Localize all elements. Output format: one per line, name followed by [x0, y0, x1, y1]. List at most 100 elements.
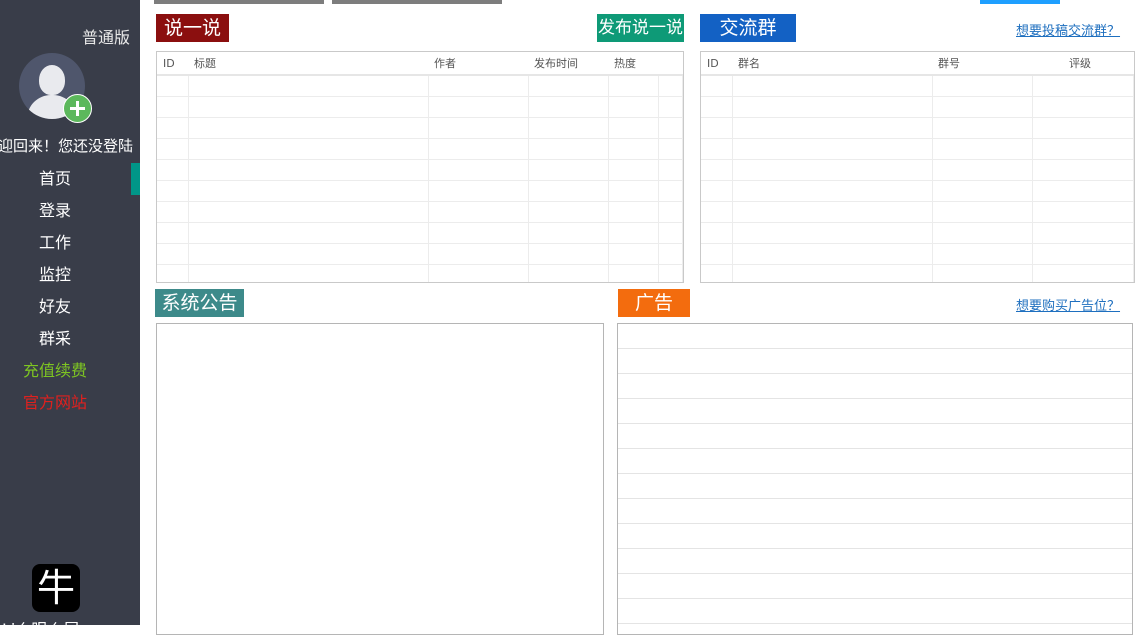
table-cell	[428, 180, 529, 202]
table-row	[157, 264, 683, 282]
table-cell	[701, 96, 733, 118]
table-cell	[658, 138, 683, 160]
table-cell	[732, 117, 933, 139]
table-cell	[157, 222, 189, 244]
table-cell	[701, 75, 733, 97]
table-cell	[608, 75, 659, 97]
table-cell	[428, 117, 529, 139]
table-cell	[1032, 159, 1134, 181]
sidebar-item-official-site[interactable]: 官方网站	[0, 387, 140, 419]
table-row	[157, 201, 683, 223]
table-row	[157, 96, 683, 118]
table-cell	[188, 222, 429, 244]
table-cell	[932, 75, 1033, 97]
column-header-id[interactable]: ID	[157, 52, 188, 76]
table-cell	[428, 96, 529, 118]
table-cell	[528, 96, 609, 118]
table-cell	[528, 222, 609, 244]
posts-table-body	[157, 75, 683, 282]
notice-section-title: 系统公告	[155, 289, 244, 317]
table-cell	[428, 264, 529, 282]
table-cell	[188, 96, 429, 118]
posts-table-header: ID 标题 作者 发布时间 热度	[157, 52, 683, 76]
column-header-rating[interactable]: 评级	[1032, 52, 1134, 76]
column-header-title[interactable]: 标题	[188, 52, 428, 76]
sidebar-item-login[interactable]: 登录	[0, 195, 140, 227]
table-cell	[188, 180, 429, 202]
table-cell	[428, 243, 529, 265]
table-cell	[658, 180, 683, 202]
table-cell	[701, 117, 733, 139]
table-cell	[157, 264, 189, 282]
table-cell	[188, 75, 429, 97]
table-cell	[732, 264, 933, 282]
table-cell	[1032, 117, 1134, 139]
sidebar-item-work[interactable]: 工作	[0, 227, 140, 259]
groups-section-title: 交流群	[700, 14, 796, 42]
table-cell	[157, 201, 189, 223]
table-row	[157, 117, 683, 139]
ad-slot-row	[618, 474, 1132, 499]
table-cell	[658, 96, 683, 118]
table-cell	[932, 159, 1033, 181]
ad-slot-row	[618, 324, 1132, 349]
column-header-spacer	[658, 52, 683, 76]
sidebar-item-monitor[interactable]: 监控	[0, 259, 140, 291]
table-cell	[701, 201, 733, 223]
ads-section-title: 广告	[618, 289, 690, 317]
table-cell	[157, 96, 189, 118]
table-cell	[157, 243, 189, 265]
sidebar-item-group-collect[interactable]: 群采	[0, 323, 140, 355]
welcome-text: 迎回来！您还没登陆	[0, 137, 134, 155]
column-header-popularity[interactable]: 热度	[608, 52, 658, 76]
ads-panel	[617, 323, 1133, 635]
table-cell	[932, 201, 1033, 223]
notice-panel	[156, 323, 604, 635]
table-cell	[732, 201, 933, 223]
column-header-group-name[interactable]: 群名	[732, 52, 932, 76]
top-tab-bar-2	[332, 0, 502, 4]
table-cell	[188, 243, 429, 265]
table-cell	[701, 159, 733, 181]
column-header-id[interactable]: ID	[701, 52, 732, 76]
ad-slot-row	[618, 449, 1132, 474]
table-row	[157, 222, 683, 244]
table-row	[701, 201, 1134, 223]
table-cell	[608, 159, 659, 181]
table-cell	[732, 75, 933, 97]
table-cell	[932, 264, 1033, 282]
sidebar-item-friends[interactable]: 好友	[0, 291, 140, 323]
table-cell	[658, 117, 683, 139]
buy-ad-link[interactable]: 想要购买广告位？	[1016, 295, 1120, 314]
ad-slot-row	[618, 499, 1132, 524]
table-cell	[932, 96, 1033, 118]
table-cell	[608, 222, 659, 244]
table-cell	[1032, 75, 1134, 97]
table-cell	[157, 138, 189, 160]
ad-slot-row	[618, 424, 1132, 449]
table-cell	[701, 264, 733, 282]
table-cell	[608, 138, 659, 160]
table-cell	[701, 243, 733, 265]
table-cell	[528, 75, 609, 97]
table-cell	[658, 243, 683, 265]
publish-post-button[interactable]: 发布说一说	[597, 14, 684, 42]
table-cell	[932, 222, 1033, 244]
table-cell	[701, 222, 733, 244]
add-account-icon[interactable]	[63, 94, 92, 123]
column-header-group-number[interactable]: 群号	[932, 52, 1032, 76]
column-header-publish-time[interactable]: 发布时间	[528, 52, 608, 76]
groups-table-header: ID 群名 群号 评级	[701, 52, 1134, 76]
table-cell	[658, 75, 683, 97]
sidebar: 普通版 迎回来！您还没登陆 首页 登录 工作 监控 好友 群采 充值续费 官方网…	[0, 0, 140, 625]
column-header-author[interactable]: 作者	[428, 52, 528, 76]
sidebar-item-recharge[interactable]: 充值续费	[0, 355, 140, 387]
table-cell	[932, 243, 1033, 265]
groups-table-body	[701, 75, 1134, 282]
table-row	[701, 243, 1134, 265]
sidebar-item-home[interactable]: 首页	[0, 163, 140, 195]
table-cell	[658, 201, 683, 223]
ad-slot-row	[618, 374, 1132, 399]
submit-group-link[interactable]: 想要投稿交流群？	[1016, 20, 1120, 39]
table-row	[701, 159, 1134, 181]
